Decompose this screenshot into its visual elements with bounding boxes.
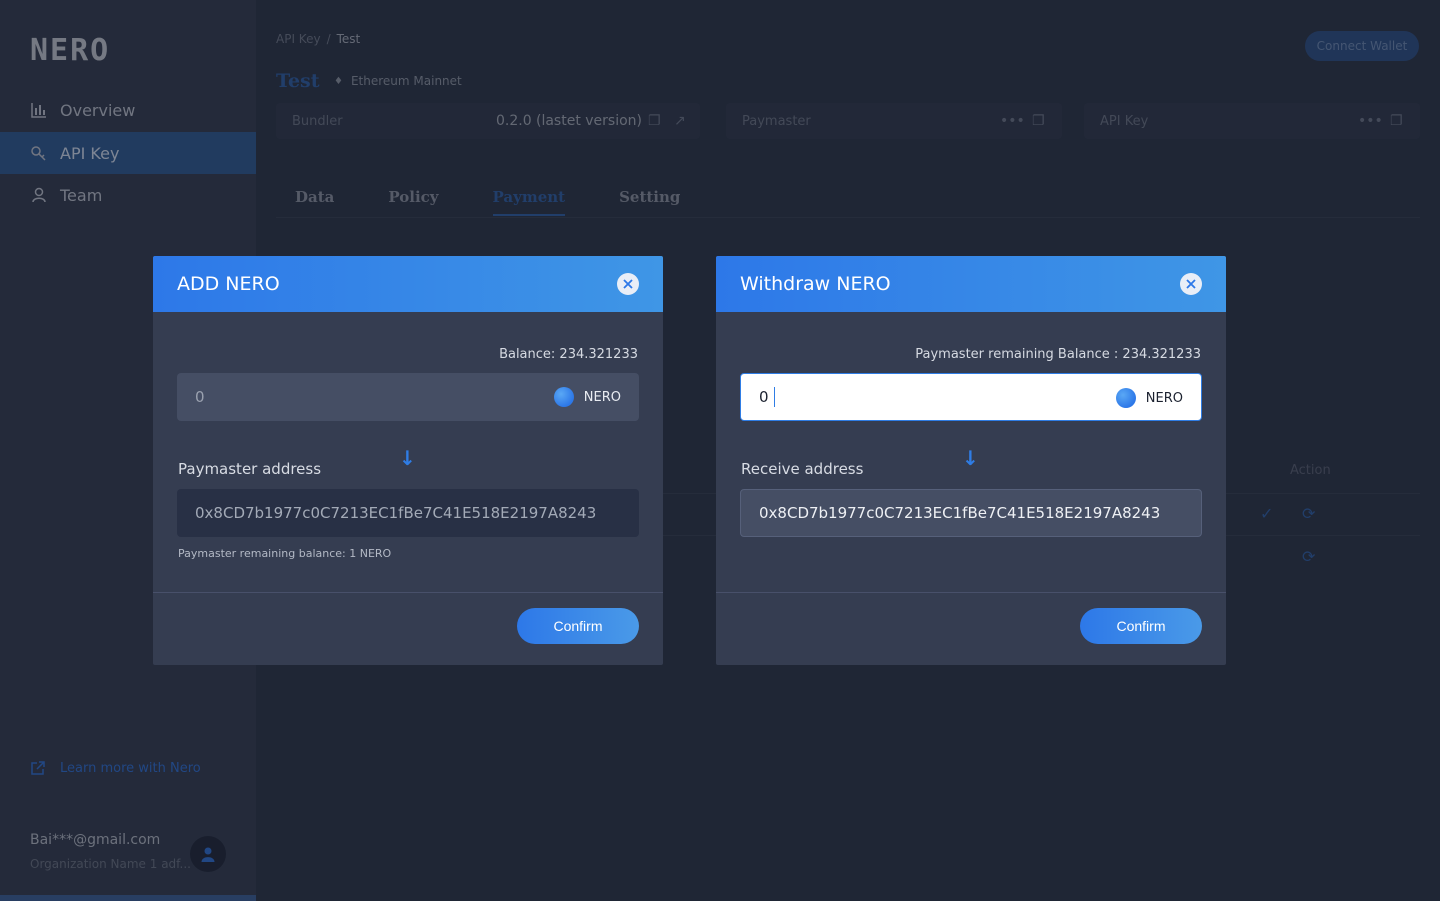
remaining-balance-hint: Paymaster remaining balance: 1 NERO <box>178 547 392 560</box>
amount-input[interactable]: 0 NERO <box>740 373 1202 421</box>
add-nero-modal: ADD NERO Balance: 234.321233 0 NERO ↓ Pa… <box>153 256 663 665</box>
paymaster-balance-label: Paymaster remaining Balance : 234.321233 <box>915 347 1201 362</box>
receive-address-input[interactable]: 0x8CD7b1977c0C7213EC1fBe7C41E518E2197A82… <box>740 489 1202 537</box>
arrow-down-icon: ↓ <box>399 446 416 470</box>
close-icon <box>623 279 633 289</box>
modal-header: ADD NERO <box>153 256 663 312</box>
address-value: 0x8CD7b1977c0C7213EC1fBe7C41E518E2197A82… <box>195 504 597 522</box>
confirm-button[interactable]: Confirm <box>517 608 639 644</box>
token-label: NERO <box>1145 390 1183 406</box>
address-value: 0x8CD7b1977c0C7213EC1fBe7C41E518E2197A82… <box>759 504 1161 522</box>
amount-value: 0 <box>759 388 769 406</box>
text-cursor <box>773 387 775 407</box>
close-button[interactable] <box>617 273 639 295</box>
withdraw-nero-modal: Withdraw NERO Paymaster remaining Balanc… <box>716 256 1226 665</box>
modal-divider <box>153 592 663 593</box>
modal-divider <box>716 592 1226 593</box>
address-label: Receive address <box>741 460 864 478</box>
token-selector: NERO <box>1115 388 1183 408</box>
modal-title: Withdraw NERO <box>740 273 891 295</box>
amount-value: 0 <box>195 388 205 406</box>
token-selector: NERO <box>553 387 621 407</box>
modal-header: Withdraw NERO <box>716 256 1226 312</box>
paymaster-address-field[interactable]: 0x8CD7b1977c0C7213EC1fBe7C41E518E2197A82… <box>177 489 639 537</box>
address-label: Paymaster address <box>178 460 322 478</box>
modal-title: ADD NERO <box>177 273 280 295</box>
nero-token-icon <box>1115 388 1136 408</box>
token-label: NERO <box>583 389 621 405</box>
balance-label: Balance: 234.321233 <box>499 347 638 362</box>
arrow-down-icon: ↓ <box>962 446 979 470</box>
close-button[interactable] <box>1180 273 1202 295</box>
confirm-button[interactable]: Confirm <box>1080 608 1202 644</box>
nero-token-icon <box>553 387 574 407</box>
amount-input[interactable]: 0 NERO <box>177 373 639 421</box>
close-icon <box>1186 279 1196 289</box>
